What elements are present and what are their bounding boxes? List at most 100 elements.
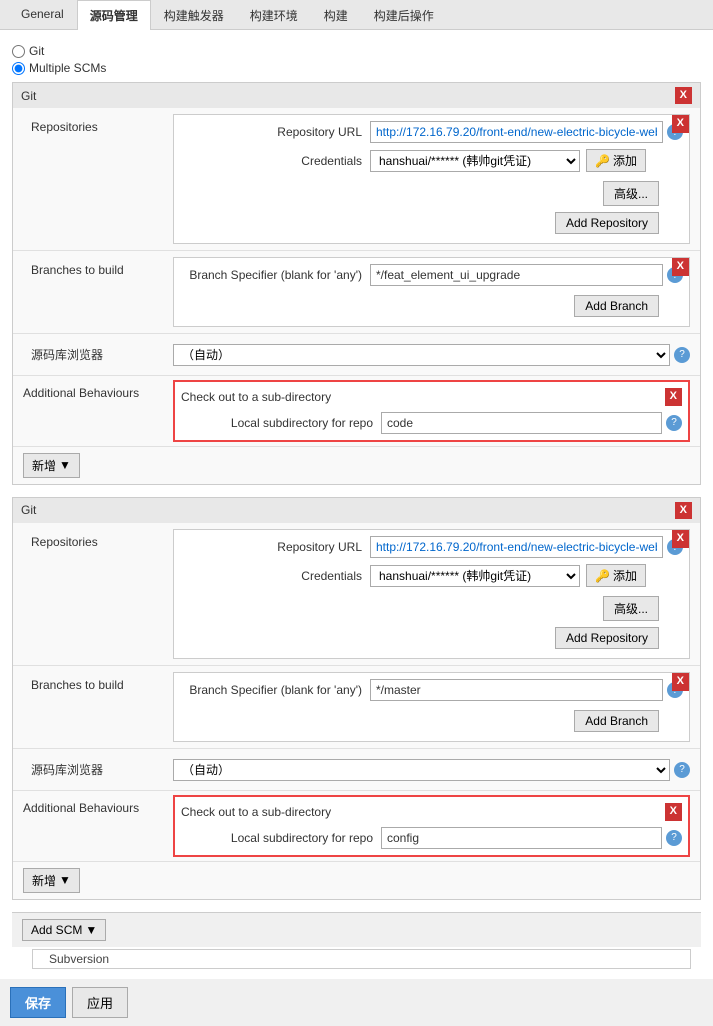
tab-build[interactable]: 构建 xyxy=(311,0,361,30)
scm2-add-branch-btn[interactable]: Add Branch xyxy=(574,710,659,732)
pin-icon2: 🔑 xyxy=(595,569,610,583)
scm2-local-subdir-label: Local subdirectory for repo xyxy=(181,831,381,845)
scm1-credentials-row: Credentials hanshuai/****** (韩帅git凭证) 🔑 … xyxy=(180,149,683,172)
scm2-repositories-section: Repositories X Repository URL ? Credenti… xyxy=(13,523,700,666)
scm1-credentials-add-btn[interactable]: 🔑 添加 xyxy=(586,149,646,172)
scm2-credentials-add-btn[interactable]: 🔑 添加 xyxy=(586,564,646,587)
scm1-branch-specifier-input[interactable] xyxy=(370,264,663,286)
scm-block-2-close-btn[interactable]: X xyxy=(675,502,692,519)
scm2-credentials-controls: hanshuai/****** (韩帅git凭证) 🔑 添加 xyxy=(370,564,646,587)
scm2-browser-help-icon[interactable]: ? xyxy=(674,762,690,778)
scm2-add-repository-row: Add Repository xyxy=(180,624,683,652)
scm1-repo-url-label: Repository URL xyxy=(180,125,370,139)
scm1-additional-behaviours-section: Additional Behaviours Check out to a sub… xyxy=(13,376,700,446)
tab-triggers[interactable]: 构建触发器 xyxy=(151,0,237,30)
scm1-credentials-label: Credentials xyxy=(180,154,370,168)
tab-general[interactable]: General xyxy=(8,0,77,30)
scm-block-2-header: Git X xyxy=(13,498,700,523)
scm1-add-repository-row: Add Repository xyxy=(180,209,683,237)
scm1-advanced-btn[interactable]: 高级... xyxy=(603,181,659,206)
scm-radio-group: Git Multiple SCMs xyxy=(12,38,701,82)
radio-git-label: Git xyxy=(29,44,44,58)
radio-multiple-scms[interactable]: Multiple SCMs xyxy=(12,61,701,75)
scm2-browser-label: 源码库浏览器 xyxy=(23,755,173,784)
scm1-behaviours-inner-header: Check out to a sub-directory X xyxy=(181,388,682,405)
scm2-advanced-row: 高级... xyxy=(180,593,683,624)
radio-git[interactable]: Git xyxy=(12,44,701,58)
bottom-actions: 保存 应用 xyxy=(0,979,713,1026)
add-scm-area: Add SCM ▼ xyxy=(12,912,701,947)
scm1-local-subdir-input[interactable] xyxy=(381,412,662,434)
scm1-checkout-label: Check out to a sub-directory xyxy=(181,390,331,404)
scm1-xin-zeng-arrow: ▼ xyxy=(59,458,71,472)
scm1-browser-label: 源码库浏览器 xyxy=(23,340,173,369)
radio-git-input[interactable] xyxy=(12,45,25,58)
scm1-branches-close-btn[interactable]: X xyxy=(672,258,689,275)
scm2-add-repository-btn[interactable]: Add Repository xyxy=(555,627,659,649)
scm2-credentials-select[interactable]: hanshuai/****** (韩帅git凭证) xyxy=(370,565,580,587)
tab-env[interactable]: 构建环境 xyxy=(237,0,311,30)
scm1-local-subdir-help-icon[interactable]: ? xyxy=(666,415,682,431)
scm2-local-subdir-help-icon[interactable]: ? xyxy=(666,830,682,846)
scm-block-1-title: Git xyxy=(21,89,36,103)
scm1-browser-help-icon[interactable]: ? xyxy=(674,347,690,363)
scm2-local-subdir-input[interactable] xyxy=(381,827,662,849)
scm2-xin-zeng-btn[interactable]: 新增 ▼ xyxy=(23,868,80,893)
scm2-repo-url-label: Repository URL xyxy=(180,540,370,554)
scm2-branches-label: Branches to build xyxy=(23,672,173,698)
scm1-xin-zeng-btn[interactable]: 新增 ▼ xyxy=(23,453,80,478)
scm1-branch-specifier-label: Branch Specifier (blank for 'any') xyxy=(180,268,370,282)
apply-btn[interactable]: 应用 xyxy=(72,987,128,1018)
subversion-dropdown: Subversion xyxy=(12,947,701,971)
scm1-branch-specifier-row: Branch Specifier (blank for 'any') ? xyxy=(180,264,683,286)
scm1-repo-url-row: Repository URL ? xyxy=(180,121,683,143)
scm-block-2: Git X Repositories X Repository URL ? Cr… xyxy=(12,497,701,900)
scm1-xin-zeng-area: 新增 ▼ xyxy=(13,447,700,484)
scm2-branches-close-btn[interactable]: X xyxy=(672,673,689,690)
scm1-repo-close-btn[interactable]: X xyxy=(672,115,689,132)
scm2-checkout-label: Check out to a sub-directory xyxy=(181,805,331,819)
scm-block-1-close-btn[interactable]: X xyxy=(675,87,692,104)
tab-scm[interactable]: 源码管理 xyxy=(77,0,151,30)
scm2-repo-url-input[interactable] xyxy=(370,536,663,558)
scm2-repo-close-btn[interactable]: X xyxy=(672,530,689,547)
scm2-credentials-label: Credentials xyxy=(180,569,370,583)
scm2-additional-behaviours-section: Additional Behaviours Check out to a sub… xyxy=(13,791,700,861)
scm1-add-branch-btn[interactable]: Add Branch xyxy=(574,295,659,317)
scm2-behaviours-inner-header: Check out to a sub-directory X xyxy=(181,803,682,820)
scm2-repositories-label: Repositories xyxy=(23,529,173,555)
scm2-checkout-close-btn[interactable]: X xyxy=(665,803,682,820)
scm1-repo-url-input[interactable] xyxy=(370,121,663,143)
scm1-checkout-close-btn[interactable]: X xyxy=(665,388,682,405)
scm2-branches-section: Branches to build X Branch Specifier (bl… xyxy=(13,666,700,749)
add-scm-arrow: ▼ xyxy=(85,923,97,937)
add-scm-btn[interactable]: Add SCM ▼ xyxy=(22,919,106,941)
scm2-local-subdir-row: Local subdirectory for repo ? xyxy=(181,827,682,849)
scm1-browser-row: 源码库浏览器 （自动） ? xyxy=(13,334,700,376)
subversion-item[interactable]: Subversion xyxy=(32,949,691,969)
scm1-browser-select[interactable]: （自动） xyxy=(173,344,670,366)
tab-post[interactable]: 构建后操作 xyxy=(361,0,447,30)
radio-multiple-scms-label: Multiple SCMs xyxy=(29,61,106,75)
scm2-advanced-btn[interactable]: 高级... xyxy=(603,596,659,621)
scm-block-2-title: Git xyxy=(21,503,36,517)
scm-block-1: Git X Repositories X Repository URL ? Cr… xyxy=(12,82,701,485)
scm2-browser-select[interactable]: （自动） xyxy=(173,759,670,781)
scm1-add-repository-btn[interactable]: Add Repository xyxy=(555,212,659,234)
save-btn[interactable]: 保存 xyxy=(10,987,66,1018)
scm1-repositories-label: Repositories xyxy=(23,114,173,140)
scm1-credentials-select[interactable]: hanshuai/****** (韩帅git凭证) xyxy=(370,150,580,172)
main-content: Git Multiple SCMs Git X Repositories X R… xyxy=(0,30,713,979)
scm2-browser-row: 源码库浏览器 （自动） ? xyxy=(13,749,700,791)
scm2-branch-specifier-row: Branch Specifier (blank for 'any') ? xyxy=(180,679,683,701)
scm2-xin-zeng-arrow: ▼ xyxy=(59,873,71,887)
scm1-repositories-section: Repositories X Repository URL ? Credenti… xyxy=(13,108,700,251)
scm2-branch-specifier-input[interactable] xyxy=(370,679,663,701)
scm2-credentials-row: Credentials hanshuai/****** (韩帅git凭证) 🔑 … xyxy=(180,564,683,587)
scm2-branch-specifier-label: Branch Specifier (blank for 'any') xyxy=(180,683,370,697)
scm1-add-branch-row: Add Branch xyxy=(180,292,683,320)
scm2-add-branch-row: Add Branch xyxy=(180,707,683,735)
scm2-additional-behaviours-label: Additional Behaviours xyxy=(23,795,173,856)
radio-multiple-scms-input[interactable] xyxy=(12,62,25,75)
scm-block-1-header: Git X xyxy=(13,83,700,108)
